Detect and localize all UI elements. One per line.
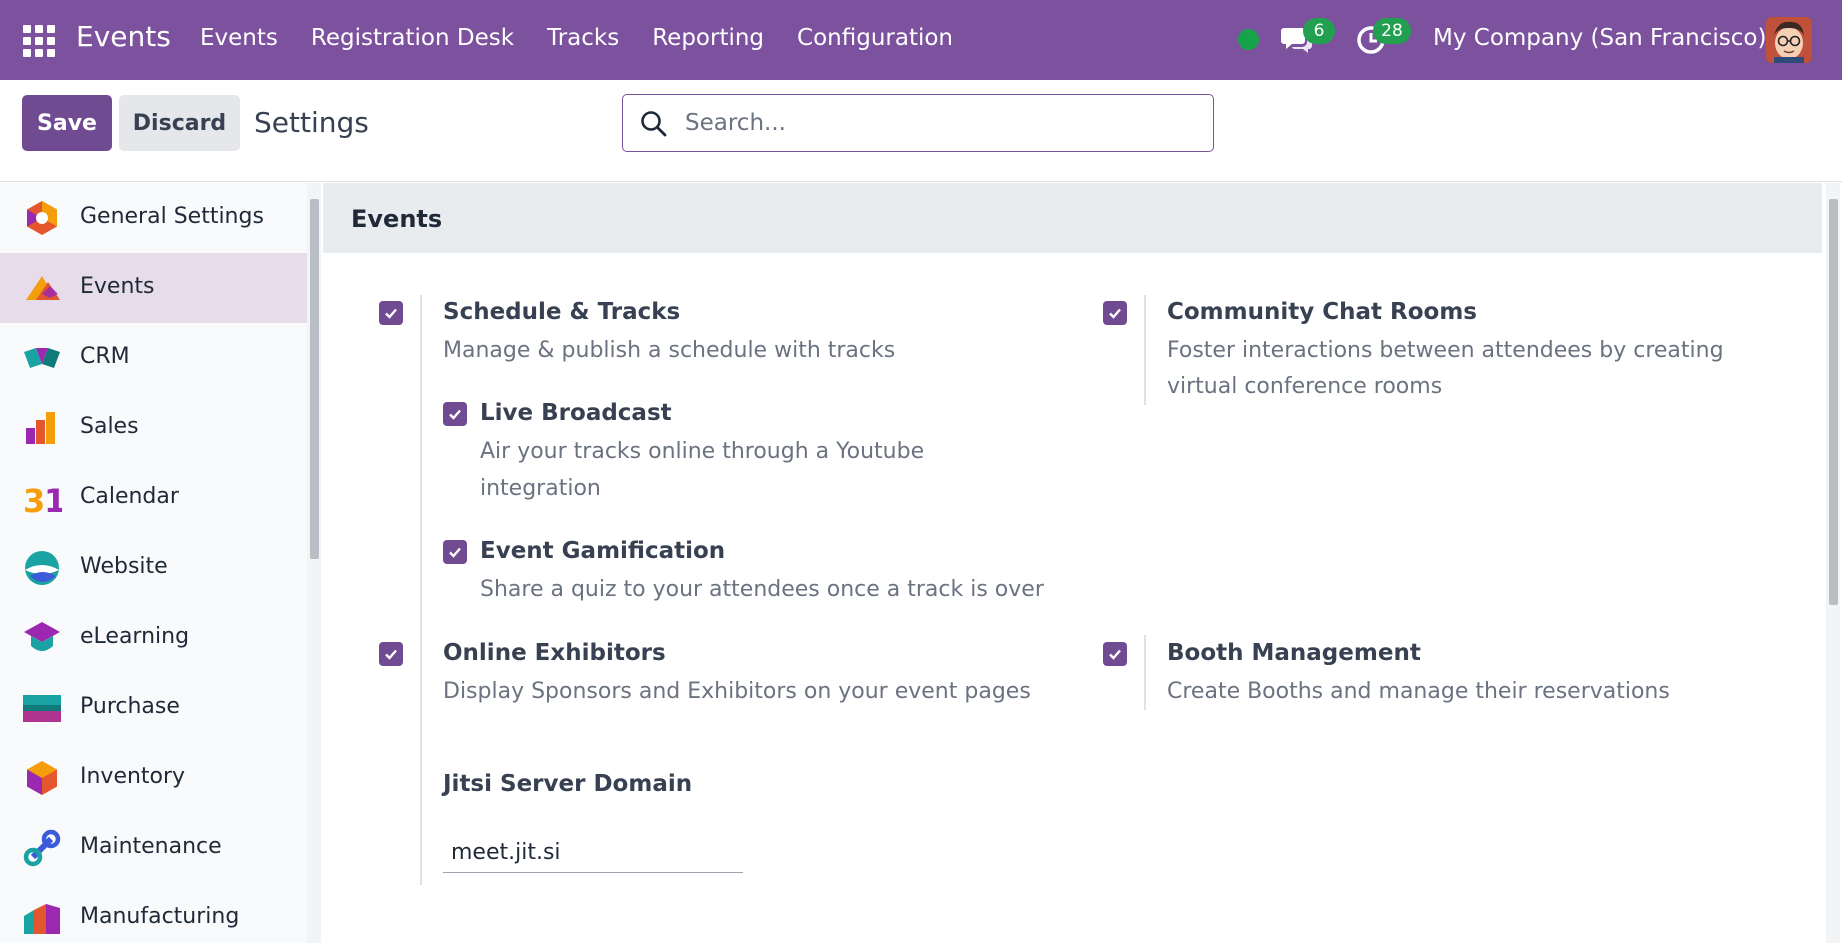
section-header: Events: [323, 183, 1822, 253]
top-navbar: Events Events Registration Desk Tracks R…: [0, 0, 1842, 80]
section-title: Events: [351, 205, 443, 233]
sidebar-item-elearning[interactable]: eLearning: [0, 603, 307, 673]
sidebar-item-events[interactable]: Events: [0, 253, 307, 323]
booth-management-description: Create Booths and manage their reservati…: [1167, 679, 1670, 704]
user-avatar[interactable]: [1766, 17, 1812, 63]
activity-count-badge: 28: [1373, 18, 1411, 44]
calendar-icon: 3 1: [23, 482, 62, 518]
sidebar-item-label: Sales: [80, 414, 139, 439]
community-chat-description-cont: virtual conference rooms: [1167, 374, 1443, 399]
search-box[interactable]: [622, 94, 1214, 152]
live-broadcast-description: Air your tracks online through a Youtube: [480, 439, 925, 464]
purchase-icon: [23, 695, 61, 722]
sidebar-item-purchase[interactable]: Purchase: [0, 673, 307, 743]
menu-events[interactable]: Events: [200, 25, 278, 51]
sidebar-item-calendar[interactable]: 3 1 Calendar: [0, 463, 307, 533]
schedule-tracks-description: Manage & publish a schedule with tracks: [443, 338, 896, 363]
sidebar-item-label: CRM: [80, 344, 130, 369]
live-broadcast-description-cont: integration: [480, 476, 601, 501]
live-broadcast-checkbox[interactable]: [443, 402, 467, 426]
schedule-tracks-title: Schedule & Tracks: [443, 299, 681, 325]
community-chat-divider: [1144, 295, 1146, 405]
menu-reporting[interactable]: Reporting: [652, 25, 764, 51]
content-scrollbar[interactable]: [1826, 183, 1840, 943]
jitsi-divider: [420, 765, 422, 885]
menu-registration-desk[interactable]: Registration Desk: [311, 25, 514, 51]
svg-text:3: 3: [23, 482, 45, 518]
apps-grid-icon[interactable]: [23, 25, 55, 57]
schedule-tracks-checkbox[interactable]: [379, 301, 403, 325]
event-gamification-title: Event Gamification: [480, 538, 726, 564]
sales-icon: [26, 412, 55, 444]
search-input[interactable]: [685, 105, 1195, 141]
menu-tracks[interactable]: Tracks: [547, 25, 619, 51]
settings-sidebar: General Settings Events CRM Sales 3 1 Ca…: [0, 183, 307, 943]
booth-management-title: Booth Management: [1167, 640, 1421, 666]
search-icon: [641, 111, 667, 137]
community-chat-title: Community Chat Rooms: [1167, 299, 1477, 325]
sidebar-item-label: Inventory: [80, 764, 186, 789]
sidebar-item-label: Website: [80, 554, 168, 579]
live-broadcast-title: Live Broadcast: [480, 400, 672, 426]
sidebar-item-manufacturing[interactable]: Manufacturing: [0, 883, 307, 943]
sidebar-item-website[interactable]: Website: [0, 533, 307, 603]
sidebar-item-label: Calendar: [80, 484, 179, 509]
manufacturing-icon: [24, 904, 60, 934]
sidebar-item-label: Purchase: [80, 694, 180, 719]
sidebar-item-label: eLearning: [80, 624, 190, 649]
app-brand[interactable]: Events: [76, 20, 171, 53]
sidebar-item-crm[interactable]: CRM: [0, 323, 307, 393]
company-switcher[interactable]: My Company (San Francisco): [1433, 25, 1766, 51]
jitsi-server-title: Jitsi Server Domain: [443, 771, 693, 797]
event-gamification-checkbox[interactable]: [443, 540, 467, 564]
sidebar-item-label: Maintenance: [80, 834, 222, 859]
discard-button[interactable]: Discard: [119, 95, 240, 151]
maintenance-icon: [23, 829, 61, 867]
sidebar-item-label: Events: [80, 274, 155, 299]
online-exhibitors-title: Online Exhibitors: [443, 640, 666, 666]
sidebar-item-label: Manufacturing: [80, 904, 240, 929]
online-exhibitors-description: Display Sponsors and Exhibitors on your …: [443, 679, 1031, 704]
jitsi-server-domain-input[interactable]: [443, 833, 743, 873]
sidebar-item-maintenance[interactable]: Maintenance: [0, 813, 307, 883]
community-chat-description: Foster interactions between attendees by…: [1167, 338, 1724, 363]
elearning-icon: [24, 622, 60, 651]
sidebar-item-inventory[interactable]: Inventory: [0, 743, 307, 813]
website-icon: [25, 551, 59, 585]
save-button[interactable]: Save: [22, 95, 112, 151]
online-status-icon: [1238, 29, 1259, 50]
sidebar-item-general-settings[interactable]: General Settings: [0, 183, 307, 253]
page-title: Settings: [254, 106, 369, 139]
booth-management-checkbox[interactable]: [1103, 642, 1127, 666]
events-app-icon: [26, 276, 60, 300]
sidebar-scrollbar[interactable]: [307, 183, 321, 943]
main-menu: Events Registration Desk Tracks Reportin…: [200, 25, 986, 51]
booth-management-divider: [1144, 635, 1146, 710]
crm-icon: [24, 348, 60, 368]
online-exhibitors-checkbox[interactable]: [379, 642, 403, 666]
inventory-icon: [27, 761, 57, 795]
general-settings-icon: [27, 201, 57, 235]
menu-configuration[interactable]: Configuration: [797, 25, 953, 51]
control-panel: Save Discard Settings: [0, 80, 1842, 182]
svg-text:1: 1: [44, 482, 62, 518]
settings-content: Events Schedule & Tracks Manage & publis…: [323, 183, 1822, 943]
community-chat-checkbox[interactable]: [1103, 301, 1127, 325]
event-gamification-description: Share a quiz to your attendees once a tr…: [480, 577, 1044, 602]
sidebar-item-sales[interactable]: Sales: [0, 393, 307, 463]
sidebar-item-label: General Settings: [80, 204, 264, 229]
schedule-tracks-divider: [420, 295, 422, 790]
chat-count-badge: 6: [1303, 18, 1335, 44]
